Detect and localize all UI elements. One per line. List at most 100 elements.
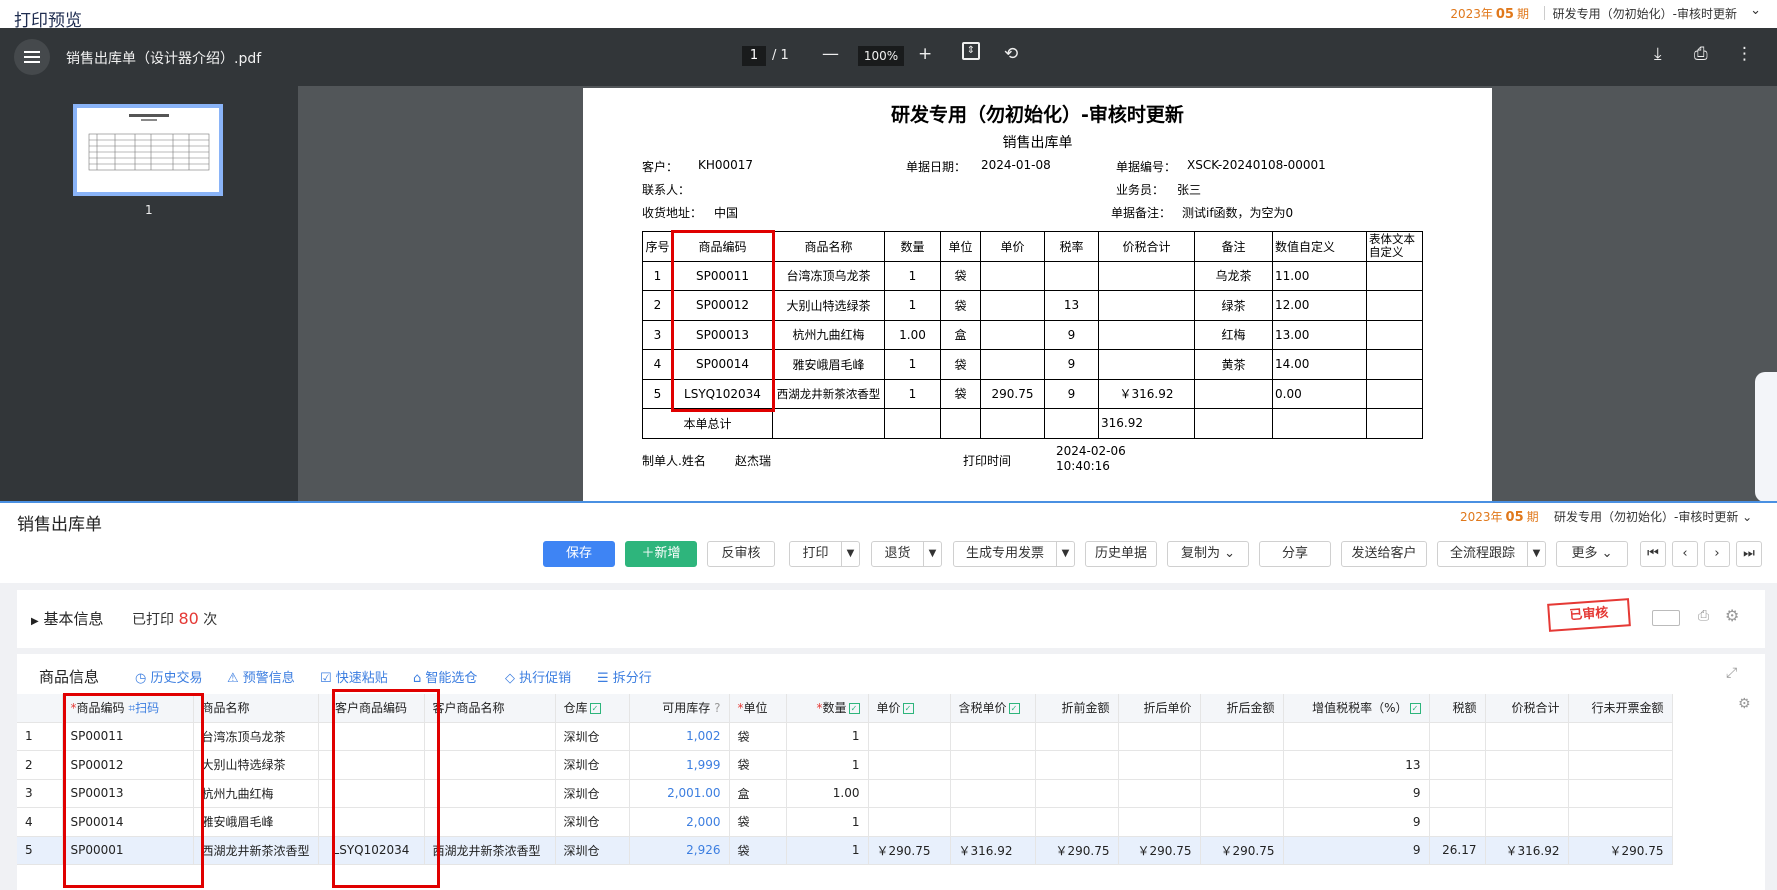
page-number-input[interactable]: 1 bbox=[742, 46, 766, 66]
cell-qty[interactable]: 1 bbox=[786, 836, 869, 865]
cell-uninvoiced[interactable] bbox=[1568, 722, 1673, 751]
cell-uninvoiced[interactable] bbox=[1568, 750, 1673, 780]
cell-total[interactable] bbox=[1485, 807, 1569, 837]
cell-cust-name[interactable]: 西湖龙井新茶浓香型 bbox=[424, 836, 556, 865]
col-header[interactable]: 折后金额 bbox=[1200, 694, 1284, 723]
cell-tax-price[interactable] bbox=[950, 779, 1036, 808]
next-record-icon[interactable]: › bbox=[1704, 541, 1730, 567]
col-header[interactable]: 客户商品名称 bbox=[424, 694, 556, 723]
cell-stock[interactable]: 2,926 bbox=[629, 836, 730, 865]
cell-qty[interactable]: 1 bbox=[786, 750, 869, 780]
cell-name[interactable]: 西湖龙井新茶浓香型 bbox=[193, 836, 319, 865]
cell-tax[interactable] bbox=[1429, 750, 1486, 780]
cell-tax-rate[interactable]: 9 bbox=[1283, 807, 1430, 837]
cell-disc-price[interactable] bbox=[1118, 807, 1201, 837]
cell-tax-rate[interactable]: 13 bbox=[1283, 750, 1430, 780]
account-selector[interactable]: 研发专用（勿初始化）-审核时更新 bbox=[1553, 5, 1737, 22]
side-float-panel[interactable] bbox=[1755, 372, 1777, 502]
checkbox-icon[interactable]: ✓ bbox=[902, 703, 914, 715]
cell-uninvoiced[interactable] bbox=[1568, 779, 1673, 808]
goods-table-row[interactable]: 3 SP00013 杭州九曲红梅 深圳仓 2,001.00 盒 1.00 9 bbox=[17, 779, 1673, 808]
more-vert-icon[interactable]: ⋮ bbox=[1736, 44, 1753, 64]
fullscreen-icon[interactable]: ⤢ bbox=[1726, 665, 1737, 681]
cell-total[interactable] bbox=[1485, 779, 1569, 808]
cell-amount[interactable] bbox=[1035, 750, 1119, 780]
cell-unit[interactable]: 袋 bbox=[729, 750, 787, 780]
rotate-icon[interactable]: ⟲ bbox=[1004, 44, 1018, 64]
cell-tax-rate[interactable] bbox=[1283, 722, 1430, 751]
help-icon[interactable]: ? bbox=[714, 701, 720, 715]
cell-warehouse[interactable]: 深圳仓 bbox=[555, 750, 630, 780]
cell-name[interactable]: 雅安峨眉毛峰 bbox=[193, 807, 319, 837]
download-icon[interactable]: ⤓ bbox=[1654, 44, 1662, 64]
cell-unit[interactable]: 袋 bbox=[729, 722, 787, 751]
trace-button[interactable]: 全流程跟踪 ▼ bbox=[1437, 541, 1546, 567]
cell-tax[interactable]: 26.17 bbox=[1429, 836, 1486, 865]
print-button[interactable]: 打印 ▼ bbox=[789, 541, 860, 567]
col-header[interactable]: 含税单价 ✓ bbox=[950, 694, 1036, 723]
col-header[interactable]: 仓库 ✓ bbox=[555, 694, 630, 723]
cell-tax-price[interactable] bbox=[950, 750, 1036, 780]
zoom-out-icon[interactable]: — bbox=[822, 44, 839, 64]
zoom-input[interactable]: 100% bbox=[858, 46, 904, 66]
first-record-icon[interactable]: ⏮ bbox=[1640, 541, 1666, 567]
cell-tax-price[interactable] bbox=[950, 722, 1036, 751]
save-button[interactable]: 保存 bbox=[543, 541, 615, 567]
cell-amount[interactable] bbox=[1035, 807, 1119, 837]
cell-disc-price[interactable] bbox=[1118, 779, 1201, 808]
last-record-icon[interactable]: ⏭ bbox=[1736, 541, 1762, 567]
checkbox-icon[interactable]: ✓ bbox=[1409, 703, 1421, 715]
cell-stock[interactable]: 1,002 bbox=[629, 722, 730, 751]
cell-disc-price[interactable]: ￥290.75 bbox=[1118, 836, 1201, 865]
cell-price[interactable] bbox=[868, 807, 951, 837]
cell-tax[interactable] bbox=[1429, 779, 1486, 808]
col-header[interactable]: 增值税税率（%） ✓ bbox=[1283, 694, 1430, 723]
cell-unit[interactable]: 盒 bbox=[729, 779, 787, 808]
cell-disc-price[interactable] bbox=[1118, 750, 1201, 780]
period-indicator[interactable]: 2023年 05 期 bbox=[1460, 508, 1539, 525]
cell-unit[interactable]: 袋 bbox=[729, 807, 787, 837]
cell-name[interactable]: 台湾冻顶乌龙茶 bbox=[193, 722, 319, 751]
basic-info-section[interactable]: ▶ 基本信息 已打印 80 次 ⎙ ⚙ bbox=[17, 590, 1765, 648]
cell-uninvoiced[interactable] bbox=[1568, 807, 1673, 837]
cell-price[interactable]: ￥290.75 bbox=[868, 836, 951, 865]
share-button[interactable]: 分享 bbox=[1259, 541, 1331, 567]
gen-invoice-button[interactable]: 生成专用发票 ▼ bbox=[953, 541, 1075, 567]
col-header[interactable]: *数量 ✓ bbox=[786, 694, 869, 723]
history-trade-tool[interactable]: ◷ 历史交易 bbox=[135, 667, 203, 686]
goods-table-row[interactable]: 4 SP00014 雅安峨眉毛峰 深圳仓 2,000 袋 1 9 bbox=[17, 807, 1673, 837]
cell-stock[interactable]: 1,999 bbox=[629, 750, 730, 780]
cell-name[interactable]: 杭州九曲红梅 bbox=[193, 779, 319, 808]
col-header[interactable]: 税额 bbox=[1429, 694, 1486, 723]
column-settings-icon[interactable]: ⚙ bbox=[1738, 696, 1751, 712]
cell-price[interactable] bbox=[868, 779, 951, 808]
cell-qty[interactable]: 1 bbox=[786, 807, 869, 837]
unaudit-button[interactable]: 反审核 bbox=[707, 541, 775, 567]
cell-cust-name[interactable] bbox=[424, 722, 556, 751]
goods-table-row[interactable]: 2 SP00012 大别山特选绿茶 深圳仓 1,999 袋 1 13 bbox=[17, 750, 1673, 780]
col-header[interactable]: 折后单价 bbox=[1118, 694, 1201, 723]
cell-price[interactable] bbox=[868, 750, 951, 780]
warning-info-tool[interactable]: ⚠ 预警信息 bbox=[227, 667, 295, 686]
split-row-tool[interactable]: ☰ 拆分行 bbox=[597, 667, 652, 686]
fit-page-icon[interactable]: ⇕ bbox=[962, 42, 980, 60]
gear-icon[interactable]: ⚙ bbox=[1725, 606, 1739, 625]
copy-as-button[interactable]: 复制为 ⌄ bbox=[1167, 541, 1249, 567]
cell-disc-price[interactable] bbox=[1118, 722, 1201, 751]
cell-cust-name[interactable] bbox=[424, 750, 556, 780]
cell-qty[interactable]: 1 bbox=[786, 722, 869, 751]
cell-amount[interactable]: ￥290.75 bbox=[1035, 836, 1119, 865]
cell-warehouse[interactable]: 深圳仓 bbox=[555, 836, 630, 865]
cell-qty[interactable]: 1.00 bbox=[786, 779, 869, 808]
goods-table-row[interactable]: 5 SP00001 西湖龙井新茶浓香型 LSYQ102034 西湖龙井新茶浓香型 深圳仓 2… bbox=[17, 836, 1673, 865]
chevron-down-icon[interactable]: ▼ bbox=[841, 542, 859, 566]
cell-disc-amount[interactable]: ￥290.75 bbox=[1200, 836, 1284, 865]
col-header[interactable]: 价税合计 bbox=[1485, 694, 1569, 723]
menu-icon[interactable] bbox=[14, 39, 50, 75]
zoom-in-icon[interactable]: + bbox=[918, 44, 932, 64]
cell-unit[interactable]: 袋 bbox=[729, 836, 787, 865]
account-selector[interactable]: 研发专用（勿初始化）-审核时更新 ⌄ bbox=[1554, 508, 1752, 525]
cell-total[interactable] bbox=[1485, 750, 1569, 780]
return-button[interactable]: 退货 ▼ bbox=[871, 541, 942, 567]
checkbox-icon[interactable]: ✓ bbox=[848, 703, 860, 715]
